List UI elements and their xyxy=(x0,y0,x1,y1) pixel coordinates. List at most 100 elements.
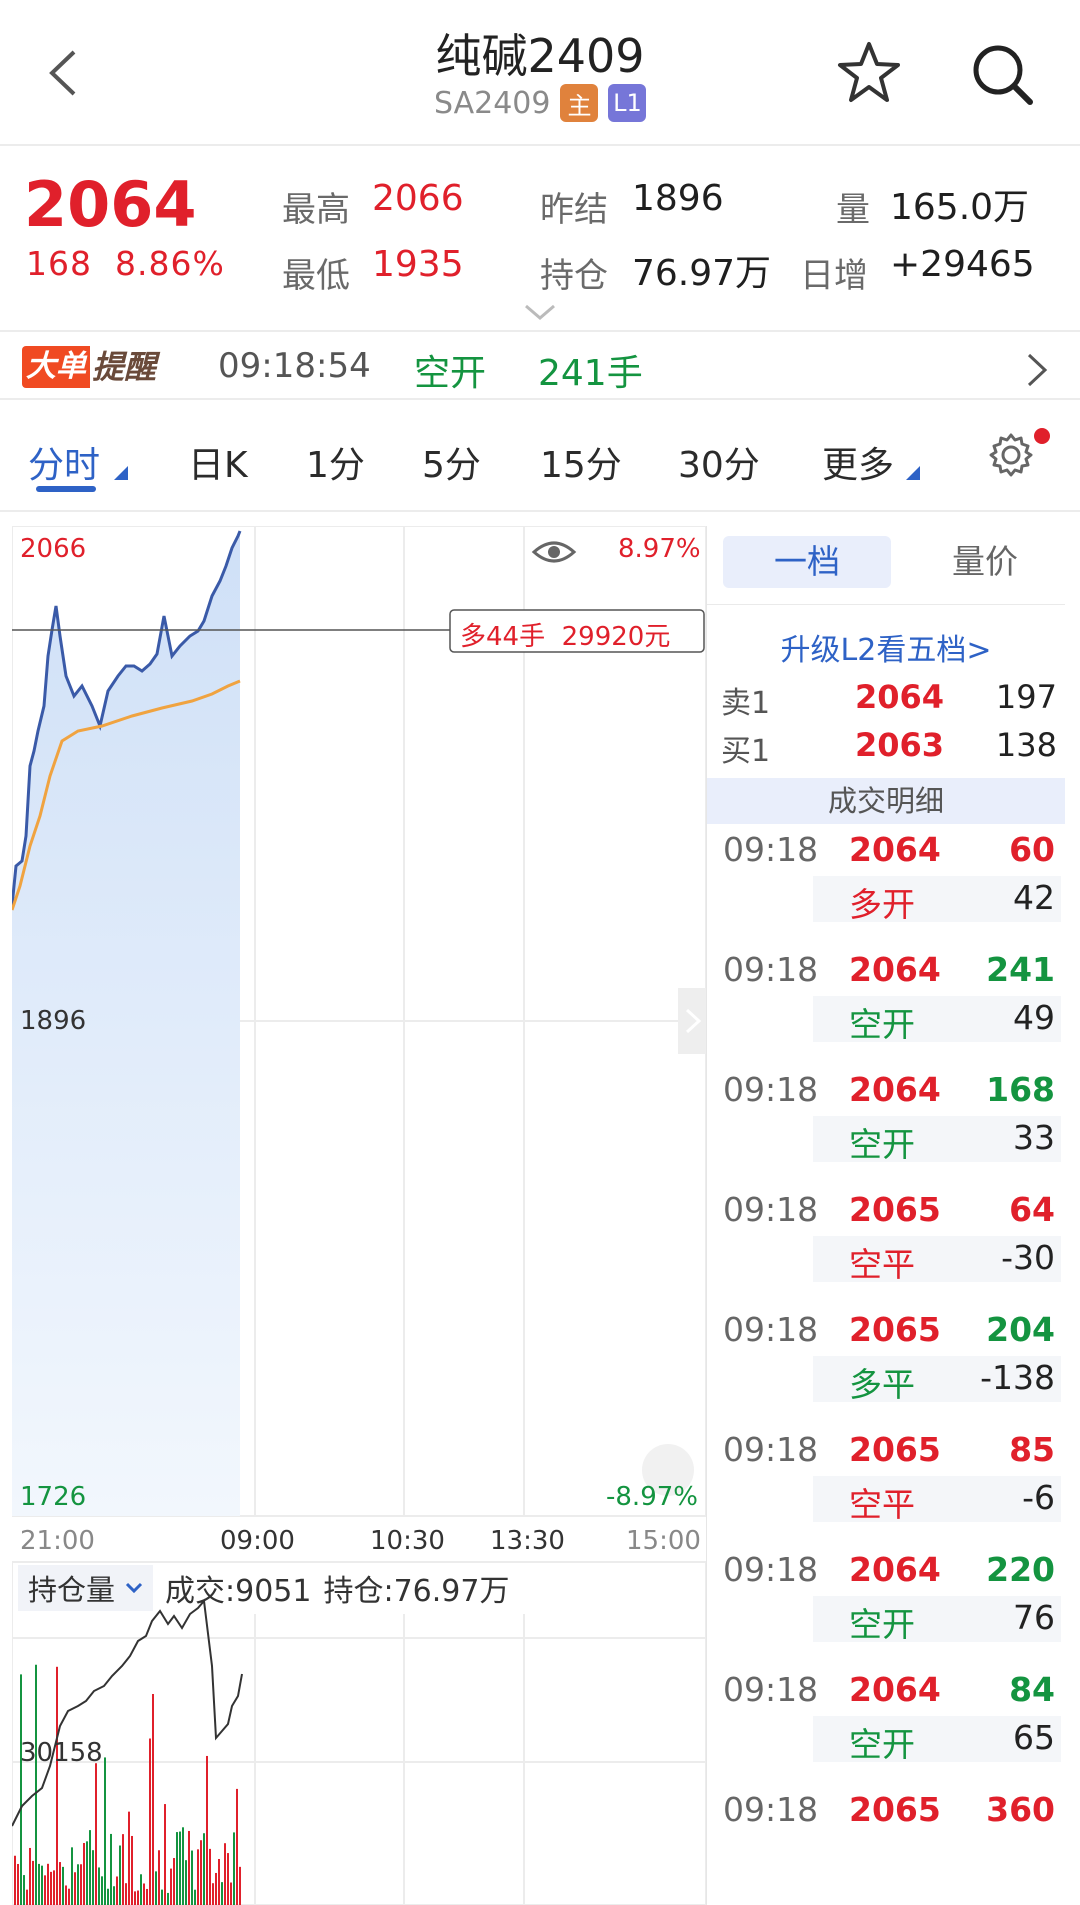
volume-bars xyxy=(14,1664,241,1905)
volume-bar xyxy=(209,1848,211,1905)
volume-bar xyxy=(23,1875,25,1905)
tab-30min[interactable]: 30分 xyxy=(678,436,760,488)
tab-daily-k[interactable]: 日K xyxy=(188,436,248,488)
volume-bar xyxy=(128,1811,130,1905)
trade-time: 09:18 xyxy=(723,1670,819,1709)
trade-kind: 空开 xyxy=(849,1125,915,1164)
bid-label: 买1 xyxy=(721,734,771,769)
volume-bar xyxy=(146,1888,148,1905)
trade-kind: 多开 xyxy=(849,885,915,924)
volume-bar xyxy=(104,1757,106,1905)
intraday-chart[interactable]: 2066 8.97% 1896 1726 -8.97% 多44手 29920元 … xyxy=(12,526,706,1905)
star-icon[interactable] xyxy=(836,40,902,106)
time-label: 21:00 xyxy=(20,1526,95,1556)
volume-bar xyxy=(194,1889,196,1905)
tab-level1[interactable]: 一档 xyxy=(723,536,891,588)
trade-kind: 空平 xyxy=(849,1245,915,1284)
volume-bar xyxy=(119,1845,121,1905)
trade-time: 09:18 xyxy=(723,1190,819,1229)
trade-oi-delta: 42 xyxy=(1013,878,1055,917)
bid-level-1: 买1 2063 138 xyxy=(715,726,1061,772)
gear-icon[interactable] xyxy=(988,432,1034,478)
trade-volume: 84 xyxy=(1009,1670,1055,1709)
trade-price: 2064 xyxy=(849,950,941,989)
eye-icon[interactable] xyxy=(531,541,577,563)
order-book-panel: 一档 量价 升级L2看五档> 卖1 2064 197 买1 2063 138 成… xyxy=(706,526,1065,1905)
high-value: 2066 xyxy=(372,178,464,219)
volume-bar xyxy=(131,1835,133,1905)
trade-row: 09:18 2064 84 空开 65 xyxy=(707,1666,1065,1776)
prev-settle-label: 昨结 xyxy=(540,190,608,230)
time-label: 10:30 xyxy=(370,1526,445,1556)
volume-bar xyxy=(35,1664,37,1905)
ask-level-1: 卖1 2064 197 xyxy=(715,678,1061,724)
volume-bar xyxy=(188,1830,190,1905)
bid-volume: 138 xyxy=(995,726,1057,764)
pct-axis-bottom: -8.97% xyxy=(606,1482,698,1512)
volume-bar xyxy=(236,1788,238,1905)
tab-more[interactable]: 更多 xyxy=(822,436,894,488)
tab-15min[interactable]: 15分 xyxy=(540,436,622,488)
volume-bar xyxy=(161,1889,163,1905)
trade-oi-delta: 33 xyxy=(1013,1118,1055,1157)
volume-value: 165.0万 xyxy=(890,187,1030,228)
trade-kind: 空平 xyxy=(849,1485,915,1524)
big-order-alert-bar[interactable]: 大单 提醒 09:18:54 空开 241手 xyxy=(0,334,1080,400)
contract-code: SA2409 xyxy=(434,85,551,121)
tab-volume-price[interactable]: 量价 xyxy=(901,536,1069,588)
trade-time: 09:18 xyxy=(723,830,819,869)
tab-1min[interactable]: 1分 xyxy=(306,436,365,488)
trade-time: 09:18 xyxy=(723,1550,819,1589)
trade-volume: 204 xyxy=(986,1310,1055,1349)
trade-detail-header: 成交明细 xyxy=(707,778,1065,824)
volume-bar xyxy=(224,1843,226,1905)
volume-bar xyxy=(167,1892,169,1905)
volume-bar xyxy=(116,1876,118,1905)
active-tab-indicator xyxy=(36,486,96,492)
low-value: 1935 xyxy=(372,244,464,285)
bid-price: 2063 xyxy=(855,726,945,764)
trade-detail: 空平 -6 xyxy=(813,1476,1061,1524)
alert-logo-part-a: 大单 xyxy=(22,346,90,388)
pct-axis-top: 8.97% xyxy=(618,534,701,564)
high-label: 最高 xyxy=(282,190,350,230)
trade-row: 09:18 2065 85 空平 -6 xyxy=(707,1426,1065,1536)
trade-row: 09:18 2065 204 多平 -138 xyxy=(707,1306,1065,1416)
open-interest-value: 76.97万 xyxy=(632,253,772,294)
volume-bar xyxy=(74,1872,76,1905)
side-panel-handle[interactable] xyxy=(678,988,706,1054)
trade-kind: 多平 xyxy=(849,1365,915,1404)
trade-oi-delta: 76 xyxy=(1013,1598,1055,1637)
volume-bar xyxy=(158,1850,160,1905)
volume-bar xyxy=(122,1834,124,1905)
chevron-down-icon[interactable] xyxy=(524,304,556,322)
volume-bar xyxy=(71,1847,73,1905)
trade-price: 2065 xyxy=(849,1790,941,1829)
ask-price: 2064 xyxy=(855,678,945,716)
deal-count: 成交:9051 xyxy=(165,1574,312,1609)
change-percent: 8.86% xyxy=(114,244,225,283)
volume-bar xyxy=(164,1804,166,1905)
caret-icon xyxy=(114,466,128,480)
indicator-select[interactable]: 持仓量 xyxy=(18,1565,154,1611)
tab-intraday[interactable]: 分时 xyxy=(28,436,100,488)
volume-bar xyxy=(149,1738,151,1905)
trade-price: 2064 xyxy=(849,1070,941,1109)
volume-bar xyxy=(50,1871,52,1905)
volume-bar xyxy=(218,1858,220,1905)
volume-bar xyxy=(170,1868,172,1905)
trade-volume: 85 xyxy=(1009,1430,1055,1469)
upgrade-l2-link[interactable]: 升级L2看五档> xyxy=(707,604,1065,669)
volume-bar xyxy=(221,1882,223,1905)
trade-row: 09:18 2065 360 xyxy=(707,1786,1065,1896)
trade-oi-delta: -6 xyxy=(1022,1478,1055,1517)
volume-label: 量 xyxy=(836,190,870,230)
trade-time: 09:18 xyxy=(723,1310,819,1349)
trade-row: 09:18 2064 168 空开 33 xyxy=(707,1066,1065,1176)
trade-kind: 空开 xyxy=(849,1605,915,1644)
trade-oi-delta: -30 xyxy=(1001,1238,1055,1277)
tab-5min[interactable]: 5分 xyxy=(422,436,481,488)
search-icon[interactable] xyxy=(970,42,1036,108)
chevron-right-icon[interactable] xyxy=(1026,352,1048,388)
volume-bar xyxy=(95,1763,97,1905)
